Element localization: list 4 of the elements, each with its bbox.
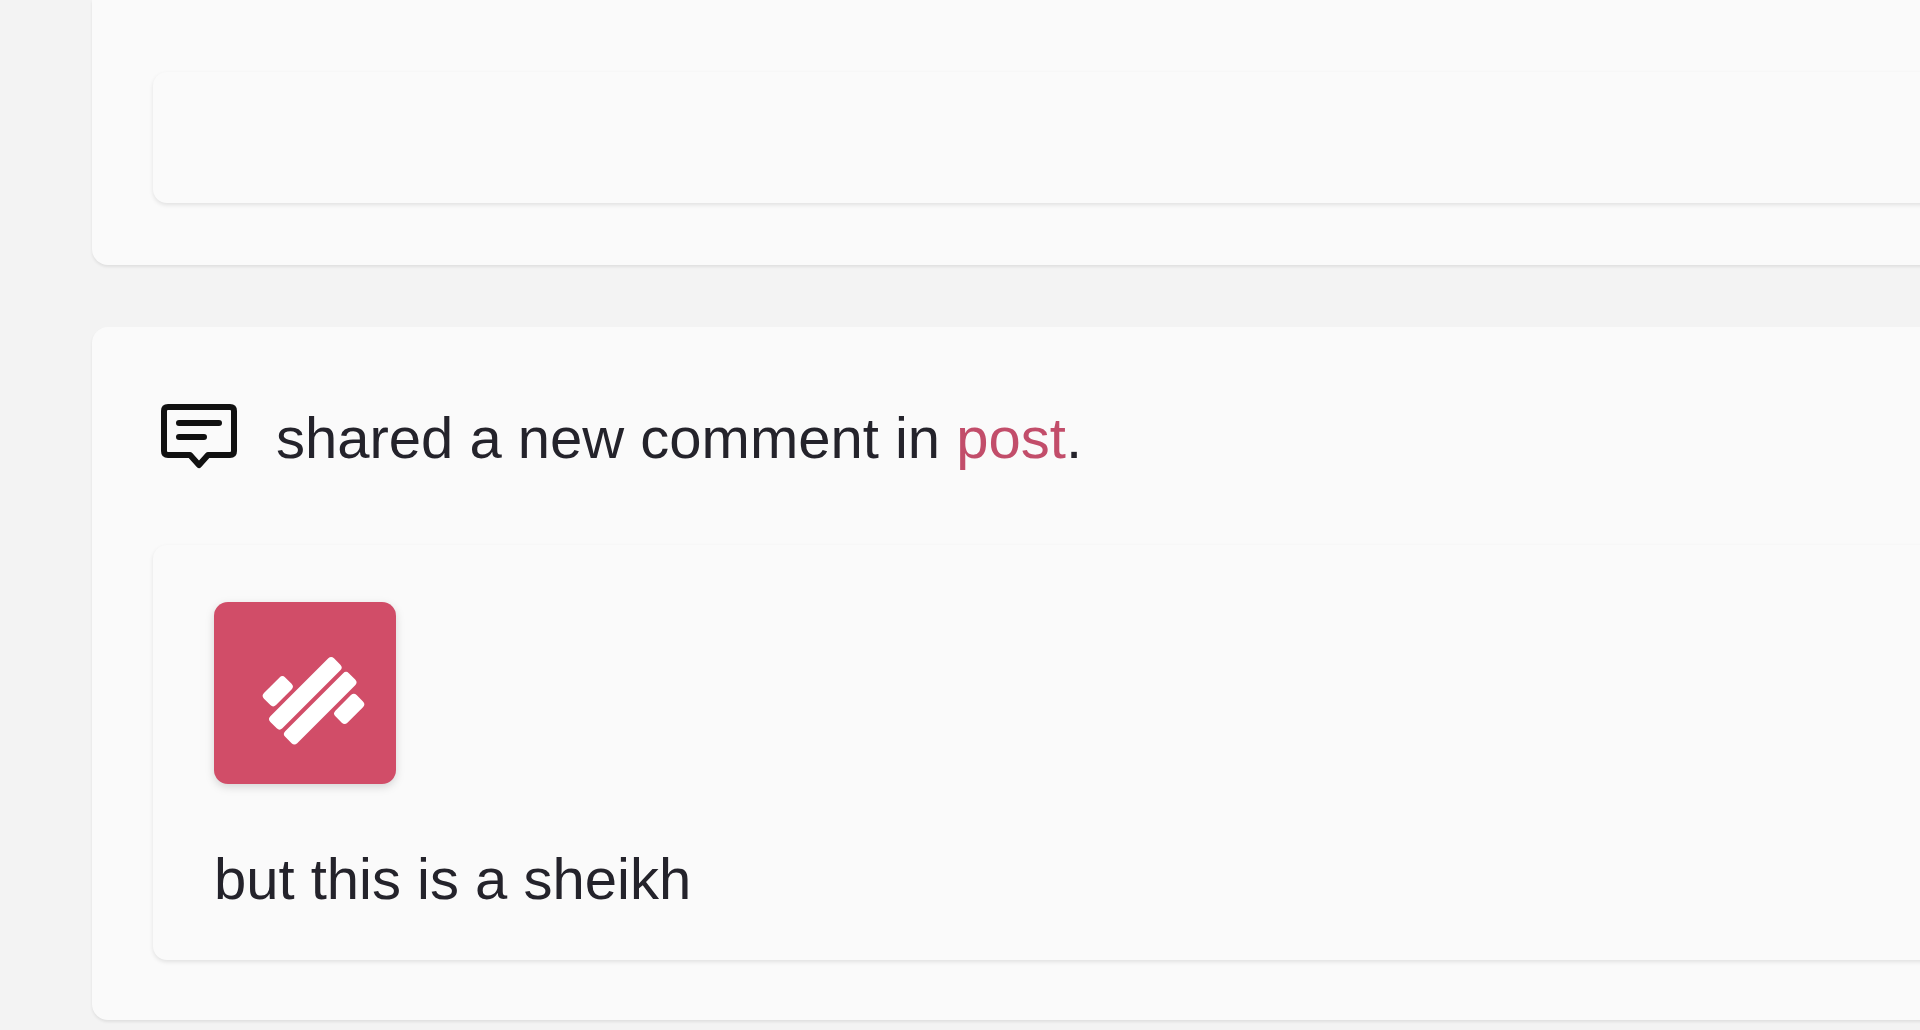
post-link[interactable]: post [956,405,1066,470]
logo-icon [214,602,396,784]
activity-message: shared a new comment in post. [276,404,1082,472]
comment-text: but this is a sheikh [214,845,693,913]
